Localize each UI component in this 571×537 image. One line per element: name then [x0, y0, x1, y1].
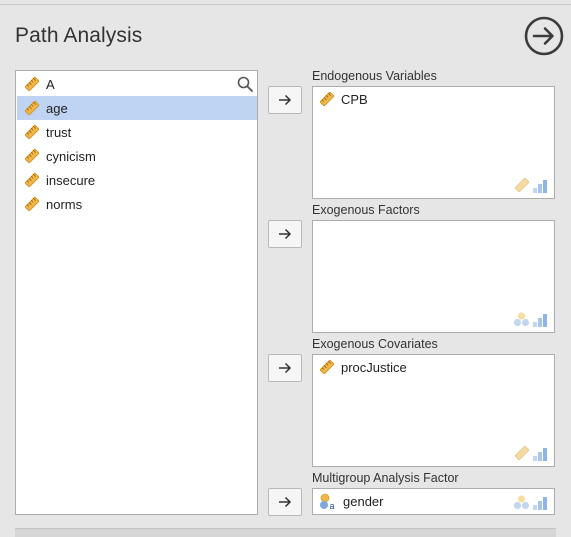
list-item-label: insecure: [46, 172, 96, 188]
target-item-label: procJustice: [341, 359, 407, 375]
target-item-label: gender: [343, 494, 384, 509]
list-item-label: norms: [46, 196, 83, 212]
list-item-label: trust: [46, 124, 72, 140]
arrow-right-circle-icon: [524, 16, 564, 56]
arrow-right-icon: [279, 362, 292, 374]
run-button[interactable]: [523, 15, 565, 57]
nominal-icon: a: [320, 493, 335, 510]
allowed-types-badges: [513, 312, 548, 327]
svg-text:a: a: [330, 501, 335, 510]
arrow-right-icon: [279, 94, 292, 106]
list-item[interactable]: cynicism: [17, 144, 257, 168]
page-title: Path Analysis: [15, 24, 143, 47]
bar-chart-icon: [533, 314, 547, 327]
top-divider: [0, 4, 571, 5]
list-item-label: cynicism: [46, 148, 96, 164]
ruler-icon: [24, 196, 40, 212]
multigroup-factor-box[interactable]: a gender: [312, 488, 555, 515]
list-item[interactable]: norms: [17, 192, 257, 216]
target-item[interactable]: procJustice: [317, 359, 407, 375]
move-to-endogenous-button[interactable]: [268, 86, 302, 114]
exogenous-covariates-box[interactable]: procJustice: [312, 354, 555, 467]
move-to-exogenous-factors-button[interactable]: [268, 220, 302, 248]
list-item[interactable]: age: [17, 96, 257, 120]
ruler-icon: [24, 172, 40, 188]
nominal-icon: [513, 312, 530, 327]
target-item[interactable]: a gender: [317, 493, 383, 510]
ruler-icon: [514, 445, 530, 461]
ruler-icon: [24, 76, 40, 92]
nominal-icon: [513, 495, 530, 510]
ruler-icon: [24, 100, 40, 116]
ruler-icon: [24, 148, 40, 164]
arrow-right-icon: [279, 228, 292, 240]
exogenous-factors-box[interactable]: [312, 220, 555, 333]
list-item-label: A: [46, 76, 55, 92]
ruler-icon: [24, 124, 40, 140]
exogenous-covariates-label: Exogenous Covariates: [312, 337, 438, 351]
next-panel-edge: [15, 528, 556, 537]
target-item-label: CPB: [341, 91, 368, 107]
bar-chart-icon: [533, 180, 547, 193]
variable-source-list[interactable]: A age trust cynicism insecure norms: [15, 70, 258, 515]
bar-chart-icon: [533, 497, 547, 510]
list-item[interactable]: A: [17, 72, 257, 96]
exogenous-factors-label: Exogenous Factors: [312, 203, 420, 217]
allowed-types-badges: [513, 495, 548, 510]
ruler-icon: [319, 91, 335, 107]
list-item[interactable]: trust: [17, 120, 257, 144]
ruler-icon: [514, 177, 530, 193]
target-item[interactable]: CPB: [317, 91, 368, 107]
endogenous-variables-label: Endogenous Variables: [312, 69, 437, 83]
endogenous-variables-box[interactable]: CPB: [312, 86, 555, 199]
move-to-exogenous-covariates-button[interactable]: [268, 354, 302, 382]
ruler-icon: [319, 359, 335, 375]
move-to-multigroup-button[interactable]: [268, 488, 302, 516]
list-item-label: age: [46, 100, 68, 116]
allowed-types-badges: [514, 445, 548, 461]
allowed-types-badges: [514, 177, 548, 193]
bar-chart-icon: [533, 448, 547, 461]
list-item[interactable]: insecure: [17, 168, 257, 192]
multigroup-factor-label: Multigroup Analysis Factor: [312, 471, 459, 485]
arrow-right-icon: [279, 496, 292, 508]
